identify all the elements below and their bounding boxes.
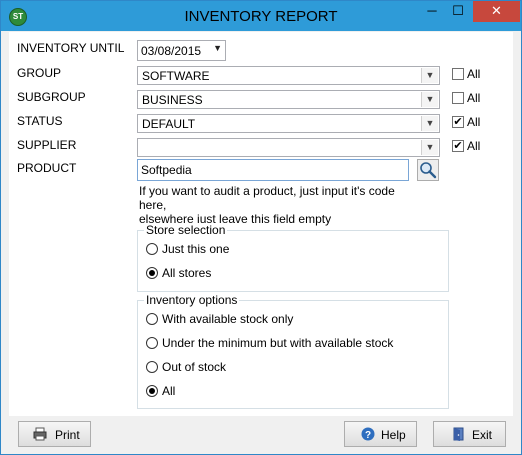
radio-all-stores[interactable] bbox=[146, 267, 158, 279]
radio-just-this-one-label[interactable]: Just this one bbox=[162, 242, 229, 256]
help-icon: ? bbox=[361, 427, 375, 441]
dropdown-arrow-icon[interactable]: ▼ bbox=[421, 140, 438, 155]
inventory-until-date-picker[interactable]: 03/08/2015 ▼ bbox=[137, 40, 226, 61]
radio-available-stock-label[interactable]: With available stock only bbox=[162, 312, 293, 326]
inventory-until-value: 03/08/2015 bbox=[141, 44, 202, 58]
radio-all-label[interactable]: All bbox=[162, 384, 175, 398]
subgroup-value: BUSINESS bbox=[142, 93, 203, 107]
minimize-icon: ─ bbox=[427, 3, 437, 18]
help-button[interactable]: ? Help bbox=[344, 421, 417, 447]
search-icon bbox=[420, 162, 437, 179]
status-all-label: All bbox=[467, 115, 481, 129]
product-search-button[interactable] bbox=[417, 159, 439, 181]
product-hint: If you want to audit a product, just inp… bbox=[139, 184, 419, 226]
radio-under-minimum[interactable] bbox=[146, 337, 158, 349]
status-value: DEFAULT bbox=[142, 117, 196, 131]
subgroup-combo[interactable]: BUSINESS ▼ bbox=[137, 90, 440, 109]
subgroup-all-label: All bbox=[467, 91, 481, 105]
close-button[interactable]: ✕ bbox=[473, 1, 520, 22]
product-hint-line-1: If you want to audit a product, just inp… bbox=[139, 184, 395, 212]
radio-out-of-stock[interactable] bbox=[146, 361, 158, 373]
store-selection-group: Store selection Just this one All stores bbox=[137, 223, 449, 292]
radio-all[interactable] bbox=[146, 385, 158, 397]
dropdown-arrow-icon[interactable]: ▼ bbox=[421, 116, 438, 131]
inventory-until-label: INVENTORY UNTIL bbox=[17, 41, 125, 55]
help-label: Help bbox=[381, 428, 406, 442]
product-label: PRODUCT bbox=[17, 161, 77, 175]
store-selection-title: Store selection bbox=[144, 223, 228, 237]
product-input[interactable]: Softpedia bbox=[137, 159, 409, 181]
radio-out-of-stock-label[interactable]: Out of stock bbox=[162, 360, 226, 374]
exit-label: Exit bbox=[472, 428, 493, 442]
titlebar[interactable]: ST INVENTORY REPORT ─ ☐ ✕ bbox=[1, 1, 521, 31]
supplier-all-label: All bbox=[467, 139, 481, 153]
group-all-label: All bbox=[467, 67, 481, 81]
product-value: Softpedia bbox=[141, 163, 192, 177]
supplier-all-checkbox[interactable]: ✔ bbox=[452, 140, 464, 152]
dropdown-arrow-icon[interactable]: ▼ bbox=[421, 68, 438, 83]
svg-text:?: ? bbox=[365, 430, 371, 441]
minimize-button[interactable]: ─ bbox=[419, 1, 445, 22]
radio-just-this-one[interactable] bbox=[146, 243, 158, 255]
group-value: SOFTWARE bbox=[142, 69, 210, 83]
exit-door-icon bbox=[453, 427, 464, 441]
status-all-checkbox[interactable]: ✔ bbox=[452, 116, 464, 128]
inventory-options-title: Inventory options bbox=[144, 293, 240, 307]
button-bar: Print ? Help Exit bbox=[1, 417, 521, 454]
dropdown-arrow-icon[interactable]: ▼ bbox=[421, 92, 438, 107]
inventory-options-group: Inventory options With available stock o… bbox=[137, 293, 449, 409]
group-label: GROUP bbox=[17, 66, 62, 80]
close-icon: ✕ bbox=[491, 3, 502, 18]
group-all-checkbox[interactable] bbox=[452, 68, 464, 80]
form-area: INVENTORY UNTIL 03/08/2015 ▼ GROUP SOFTW… bbox=[9, 32, 513, 416]
radio-all-stores-label[interactable]: All stores bbox=[162, 266, 211, 280]
radio-under-minimum-label[interactable]: Under the minimum but with available sto… bbox=[162, 336, 393, 350]
printer-icon bbox=[33, 427, 47, 441]
inventory-report-window: ST INVENTORY REPORT ─ ☐ ✕ INVENTORY UNTI… bbox=[0, 0, 522, 455]
subgroup-label: SUBGROUP bbox=[17, 90, 86, 104]
status-label: STATUS bbox=[17, 114, 63, 128]
dropdown-arrow-icon[interactable]: ▼ bbox=[213, 43, 222, 53]
supplier-label: SUPPLIER bbox=[17, 138, 77, 152]
subgroup-all-checkbox[interactable] bbox=[452, 92, 464, 104]
group-combo[interactable]: SOFTWARE ▼ bbox=[137, 66, 440, 85]
maximize-icon: ☐ bbox=[452, 3, 464, 18]
print-button[interactable]: Print bbox=[18, 421, 91, 447]
supplier-combo[interactable]: ▼ bbox=[137, 138, 440, 157]
status-combo[interactable]: DEFAULT ▼ bbox=[137, 114, 440, 133]
radio-available-stock[interactable] bbox=[146, 313, 158, 325]
exit-button[interactable]: Exit bbox=[433, 421, 506, 447]
maximize-button[interactable]: ☐ bbox=[445, 1, 471, 22]
print-label: Print bbox=[55, 428, 80, 442]
